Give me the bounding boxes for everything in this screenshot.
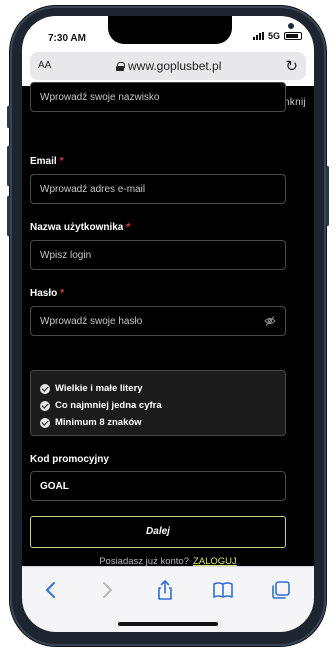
status-indicators: 5G (252, 31, 302, 41)
username-label-text: Nazwa użytkownika (30, 222, 124, 233)
status-time: 7:30 AM (48, 33, 86, 44)
email-field[interactable]: Wprowadź adres e-mail (30, 174, 286, 204)
username-placeholder: Wpisz login (40, 250, 92, 261)
tabs-icon[interactable] (270, 579, 292, 601)
address-bar[interactable]: AA www.goplusbet.pl ↻ (30, 52, 306, 80)
username-label: Nazwa użytkownika * (30, 222, 130, 233)
password-requirements: Wielkie i małe litery Co najmniej jedna … (30, 370, 286, 436)
network-type: 5G (267, 31, 280, 41)
password-field[interactable]: Wprowadź swoje hasło (30, 306, 286, 336)
email-label: Email * (30, 156, 64, 167)
email-label-text: Email (30, 156, 57, 167)
hide-password-icon[interactable] (264, 315, 276, 327)
requirement-text: Wielkie i małe litery (55, 383, 143, 394)
mute-switch (7, 106, 10, 128)
camera-icon (288, 23, 294, 29)
status-bar: 7:30 AM 5G (22, 16, 314, 46)
volume-down-button (7, 196, 10, 236)
url-display[interactable]: www.goplusbet.pl (116, 59, 221, 73)
forward-icon[interactable] (96, 579, 118, 601)
password-label-text: Hasło (30, 288, 58, 299)
notch (108, 16, 294, 44)
promo-code-field[interactable]: GOAL (30, 471, 286, 501)
required-mark: * (60, 288, 65, 299)
battery-icon (284, 32, 302, 40)
requirement-text: Co najmniej jedna cyfra (55, 400, 162, 411)
requirement-item: Minimum 8 znaków (40, 414, 285, 431)
next-button[interactable]: Dalej (30, 516, 286, 548)
requirement-item: Wielkie i małe litery (40, 380, 285, 397)
volume-up-button (7, 146, 10, 186)
requirement-text: Minimum 8 znaków (55, 417, 142, 428)
lock-icon (116, 61, 125, 71)
password-label: Hasło * (30, 288, 64, 299)
email-placeholder: Wprowadź adres e-mail (40, 184, 146, 195)
required-mark: * (126, 222, 131, 233)
phone-screen: 7:30 AM 5G AA www.goplusbet.pl ↻ Zamknij… (22, 16, 314, 632)
registration-form: Zamknij Wprowadź swoje nazwisko Email * W… (22, 82, 314, 567)
required-mark: * (59, 156, 64, 167)
browser-address-area: AA www.goplusbet.pl ↻ (22, 46, 314, 86)
promo-label: Kod promocyjny (30, 454, 109, 465)
bookmarks-icon[interactable] (212, 579, 234, 601)
power-button (326, 166, 329, 226)
signal-icon (252, 32, 264, 40)
check-icon (40, 383, 50, 394)
share-icon[interactable] (154, 579, 176, 601)
promo-label-text: Kod promocyjny (30, 454, 109, 465)
check-icon (40, 400, 50, 411)
username-field[interactable]: Wpisz login (30, 240, 286, 270)
url-text: www.goplusbet.pl (128, 59, 222, 73)
check-icon (40, 417, 50, 428)
requirement-item: Co najmniej jedna cyfra (40, 397, 285, 414)
promo-code-value: GOAL (40, 481, 69, 492)
back-icon[interactable] (40, 579, 62, 601)
surname-placeholder: Wprowadź swoje nazwisko (40, 92, 160, 103)
password-placeholder: Wprowadź swoje hasło (40, 316, 143, 327)
reload-icon[interactable]: ↻ (285, 57, 298, 75)
surname-field[interactable]: Wprowadź swoje nazwisko (30, 82, 286, 112)
home-indicator (118, 622, 218, 626)
text-size-button[interactable]: AA (38, 60, 51, 71)
